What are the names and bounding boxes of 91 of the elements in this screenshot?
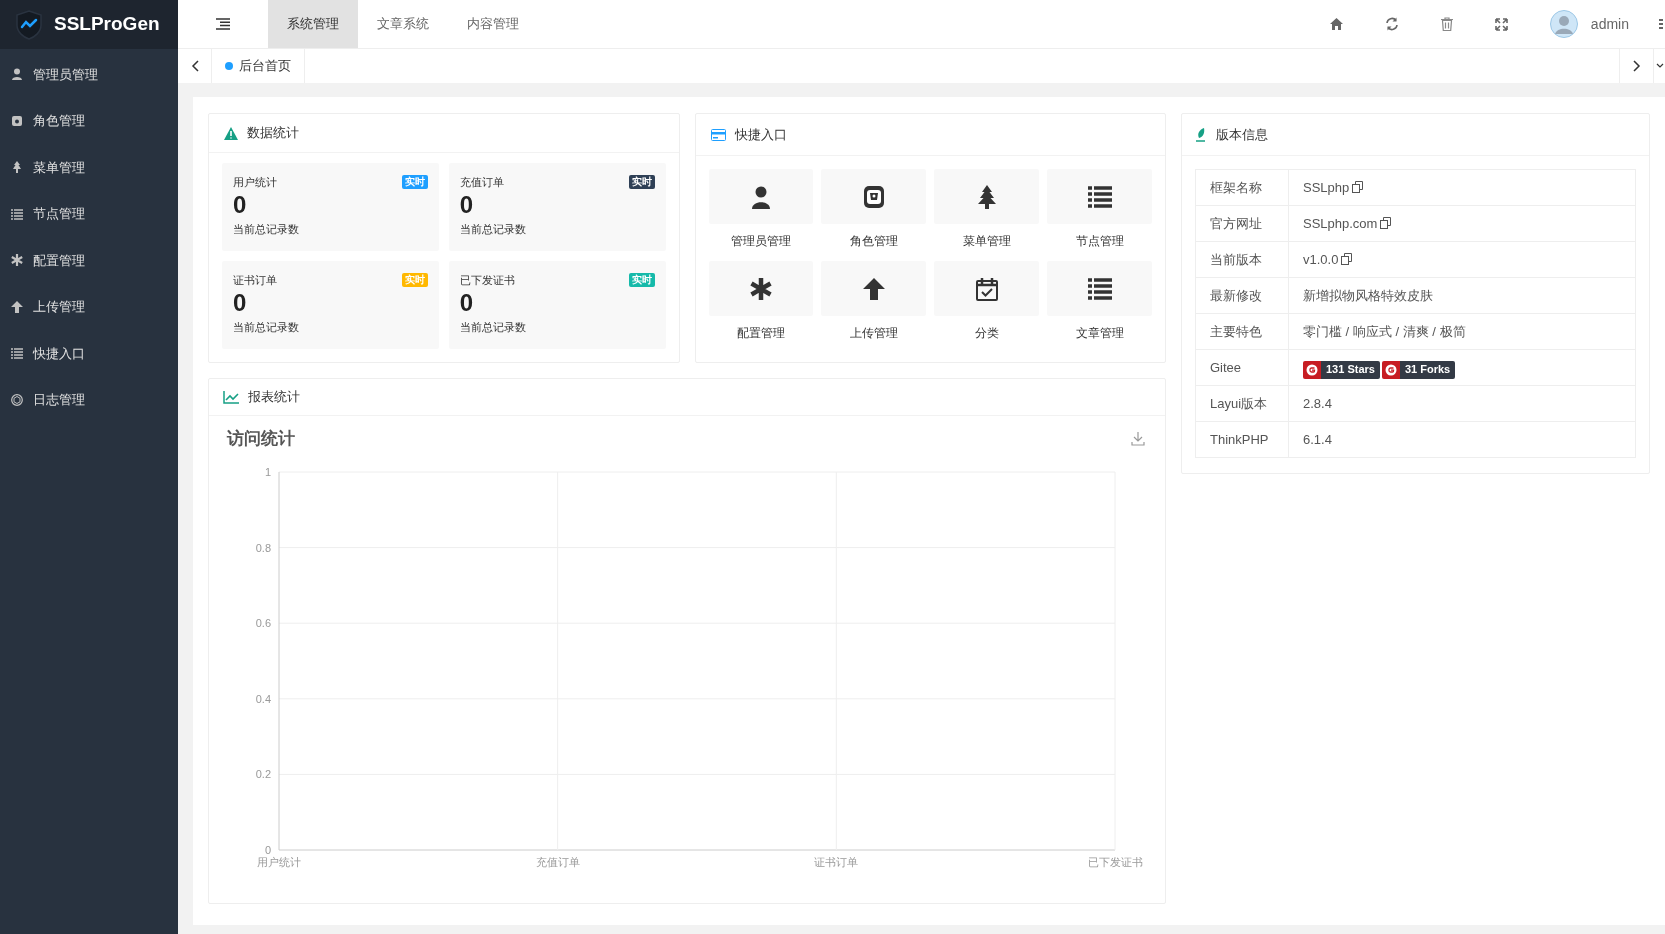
table-cell: Gitee [1210,359,1242,375]
fullscreen-icon[interactable] [1494,17,1508,31]
top-tab[interactable]: 内容管理 [448,0,538,48]
stat-value: 0 [233,190,247,219]
hexagon-icon [11,393,23,406]
table-cell: 框架名称 [1210,179,1262,195]
sidebar-item[interactable]: 节点管理 [0,190,178,237]
sidebar-item[interactable]: 角色管理 [0,97,178,144]
x-tick-label: 证书订单 [814,855,859,868]
calendar-check-icon [974,276,999,301]
badge-icon [861,184,886,209]
copy-icon[interactable] [1380,216,1393,229]
x-tick-label: 已下发证书 [1087,855,1143,868]
y-tick-label: 0.2 [255,767,271,780]
badge: 实时 [401,273,428,288]
table-cell: 新增拟物风格特效皮肤 [1303,287,1433,303]
arrow-up-icon [11,300,23,313]
app-logo-text: SSLProGen [54,12,160,37]
y-tick-label: 0.6 [255,616,271,629]
stat-label: 充值订单 [459,175,504,190]
copy-icon[interactable] [1352,180,1365,193]
table-cell: ThinkPHP [1210,431,1269,447]
badge: 实时 [628,175,655,190]
table-cell: 当前版本 [1210,251,1262,267]
user-icon [11,68,23,81]
list-icon [11,207,23,220]
arrow-up-icon [861,276,886,301]
stat-caption: 当前总记录数 [233,319,299,335]
panel-title: 报表统计 [248,388,300,407]
stat-label: 证书订单 [233,273,277,288]
chevron-right-icon [1632,60,1641,72]
home-icon[interactable] [1329,18,1343,30]
stat-value: 0 [459,288,474,317]
sidebar-item[interactable]: 日志管理 [0,376,178,423]
badge: 实时 [401,175,428,190]
asterisk-icon [748,276,773,301]
warning-icon [224,126,238,140]
table-cell: 6.1.4 [1303,431,1332,447]
copy-icon[interactable] [1341,252,1354,265]
y-tick-label: 1 [264,465,271,478]
chevron-down-icon [1655,63,1664,69]
card-icon [710,128,726,141]
y-tick-label: 0.4 [255,692,271,705]
trash-icon[interactable] [1440,17,1453,31]
list-icon [1087,184,1112,209]
badge: 实时 [628,273,655,288]
stat-value: 0 [459,190,474,219]
table-cell: SSLphp.com [1303,215,1378,231]
panel-title: 数据统计 [247,124,299,143]
sidebar-item[interactable]: 快捷入口 [0,330,178,377]
download-icon[interactable] [1131,431,1145,447]
sidebar-item[interactable]: 菜单管理 [0,144,178,191]
stat-caption: 当前总记录数 [459,221,526,237]
table-cell: 2.8.4 [1303,395,1332,411]
panel-title: 版本信息 [1216,125,1268,144]
stat-label: 已下发证书 [459,273,515,288]
table-cell: 最新修改 [1210,287,1262,303]
more-icon[interactable] [1659,18,1663,30]
badge-icon [11,114,23,127]
refresh-icon[interactable] [1384,17,1399,31]
top-tab[interactable]: 文章系统 [358,0,448,48]
tree-icon [11,161,23,174]
sidebar-item[interactable]: 配置管理 [0,237,178,284]
sidebar-item[interactable]: 上传管理 [0,283,178,330]
chevron-left-icon [190,60,199,72]
chart-title: 访问统计 [227,428,295,450]
panel-title: 快捷入口 [734,125,787,144]
table-cell: SSLphp [1303,179,1350,195]
stat-value: 0 [233,288,247,317]
page-tab[interactable]: 后台首页 [212,49,305,83]
shield-logo-icon [16,9,42,40]
stat-caption: 当前总记录数 [459,319,526,335]
y-tick-label: 0 [264,843,271,856]
stat-label: 用户统计 [233,175,277,190]
list-icon [1087,276,1112,301]
table-cell: Layui版本 [1210,395,1268,411]
stat-caption: 当前总记录数 [233,221,299,237]
x-tick-label: 用户统计 [257,855,301,868]
line-chart-icon [223,390,239,404]
table-cell: 官方网址 [1210,215,1262,231]
leaf-icon [1195,127,1207,142]
asterisk-icon [11,254,23,267]
y-tick-label: 0.8 [255,541,271,554]
username-text[interactable]: admin [1590,13,1629,35]
table-cell: 零门槛 / 响应式 / 清爽 / 极简 [1303,323,1466,339]
table-cell: v1.0.0 [1303,251,1339,267]
x-tick-label: 充值订单 [535,855,580,868]
sidebar-item[interactable]: 管理员管理 [0,51,178,98]
table-cell: 主要特色 [1210,323,1262,339]
top-tab[interactable]: 系统管理 [268,0,358,48]
list-icon [11,347,23,360]
